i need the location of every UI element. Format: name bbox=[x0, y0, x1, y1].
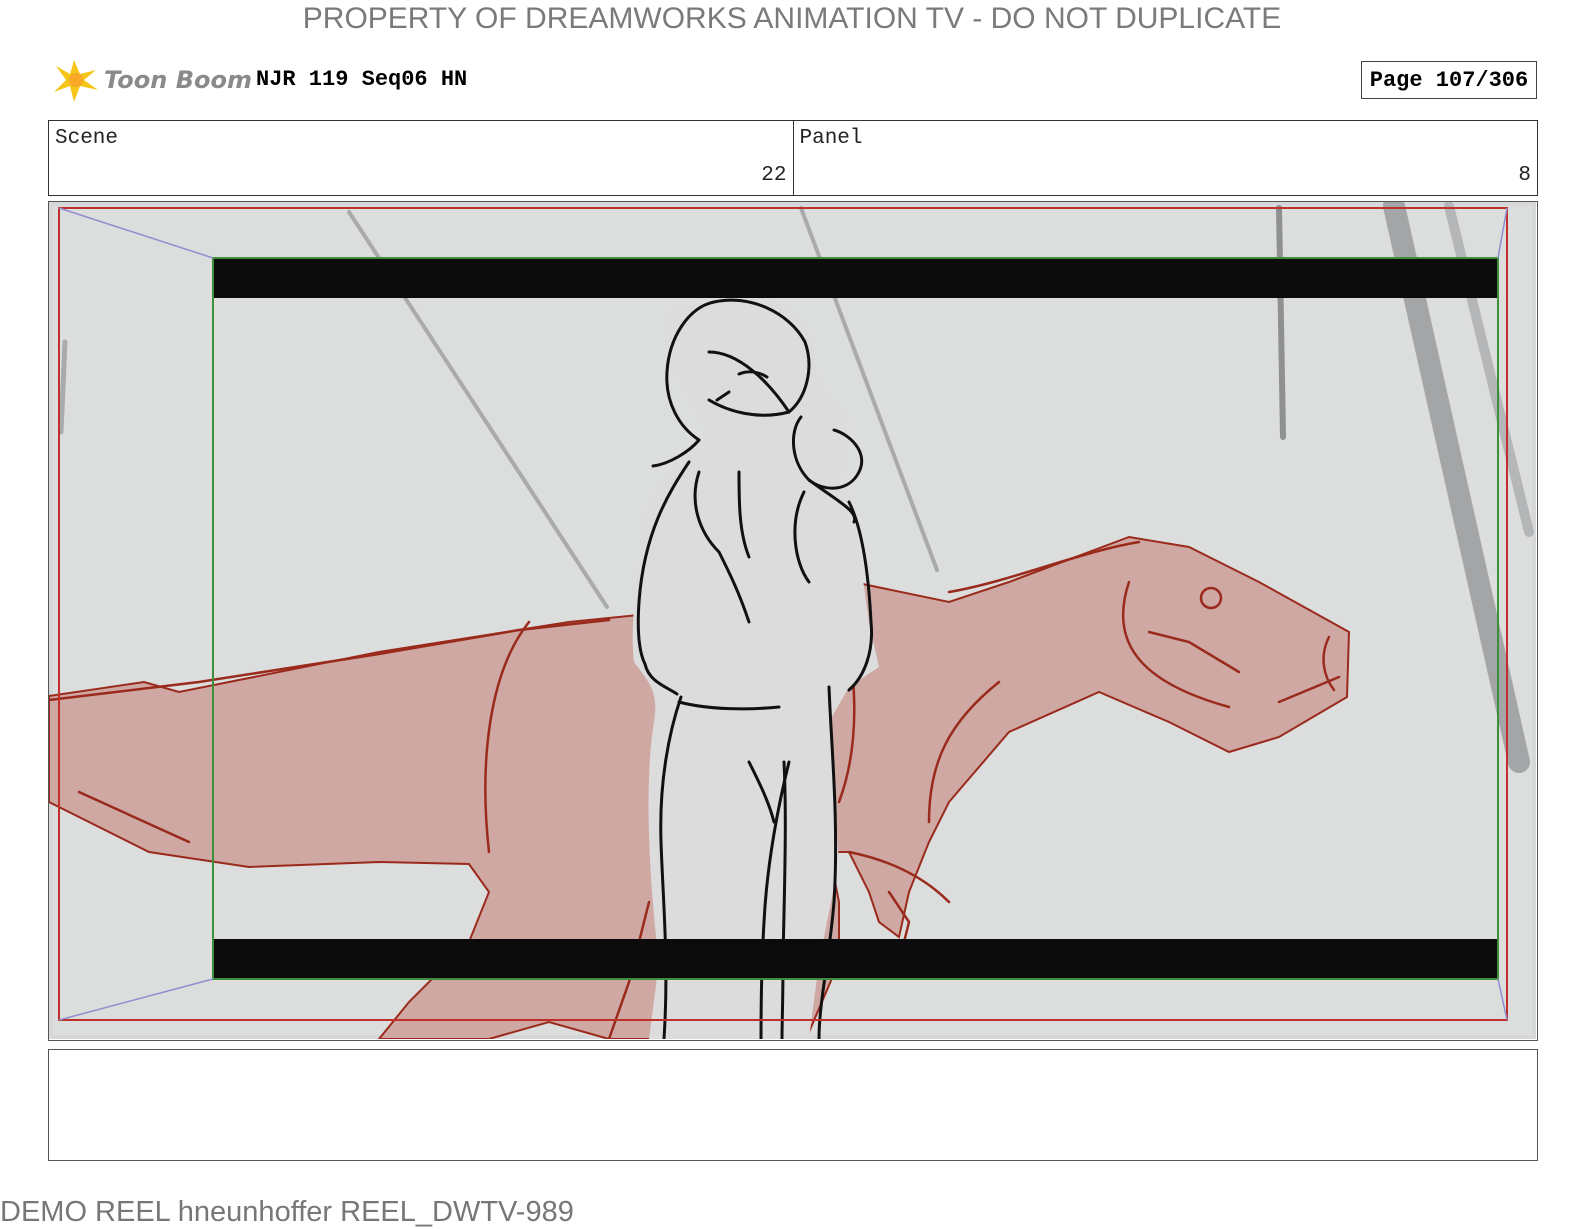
logo-text: Toon Boom bbox=[104, 66, 252, 94]
scene-cell: Scene 22 bbox=[49, 121, 793, 195]
letterbox-top bbox=[213, 258, 1498, 298]
storyboard-drawing bbox=[49, 202, 1536, 1039]
panel-cell: Panel 8 bbox=[792, 121, 1538, 195]
scene-value: 22 bbox=[761, 164, 787, 187]
letterbox-bottom bbox=[213, 939, 1498, 979]
panel-label: Panel bbox=[799, 127, 863, 150]
panel-value: 8 bbox=[1518, 164, 1531, 187]
scene-label: Scene bbox=[55, 127, 119, 150]
caption-box bbox=[48, 1049, 1538, 1161]
storyboard-panel bbox=[48, 201, 1538, 1041]
document-title: NJR 119 Seq06 HN bbox=[256, 67, 468, 92]
footer-text: DEMO REEL hneunhoffer REEL_DWTV-989 bbox=[0, 1196, 574, 1228]
scene-panel-table: Scene 22 Panel 8 bbox=[48, 120, 1538, 196]
watermark: PROPERTY OF DREAMWORKS ANIMATION TV - DO… bbox=[302, 2, 1282, 35]
page-number: Page 107/306 bbox=[1361, 61, 1537, 99]
